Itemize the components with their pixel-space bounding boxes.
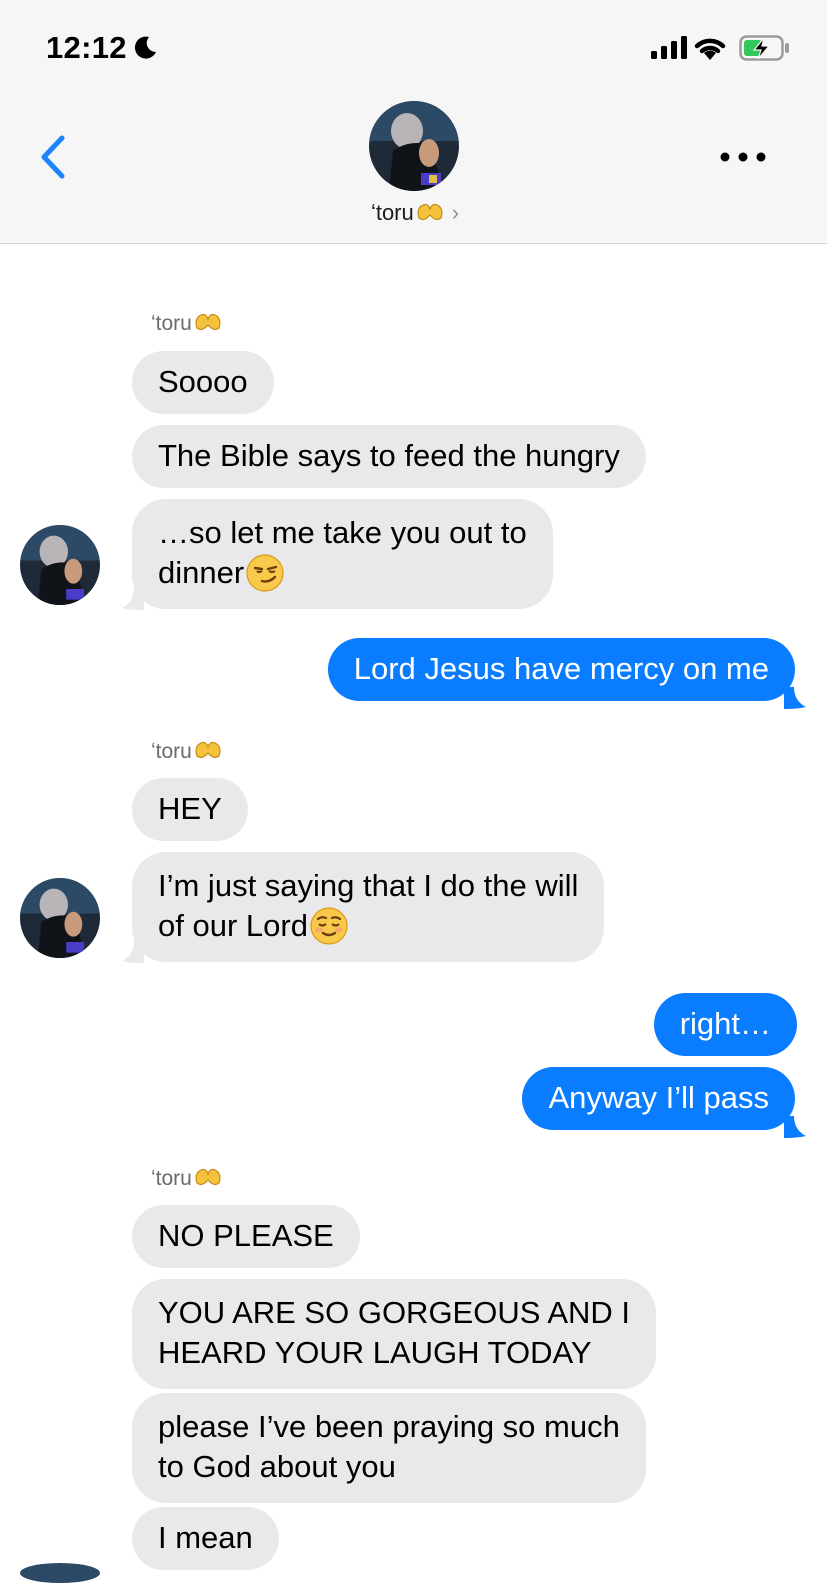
contact-avatar[interactable]: [369, 101, 459, 191]
bubble-tail: [784, 687, 806, 709]
status-time: 12:12: [46, 30, 127, 65]
contact-name-link[interactable]: ʻtoru ›: [300, 200, 530, 226]
heart-hands-emoji: [195, 741, 221, 759]
avatar-photo: [20, 878, 100, 958]
sender-avatar[interactable]: [20, 525, 100, 605]
battery-charging-icon: [739, 35, 789, 61]
more-dots-icon[interactable]: [720, 148, 766, 166]
outgoing-message-bubble[interactable]: Lord Jesus have mercy on me: [327, 638, 795, 701]
bubble-tail: [784, 1116, 806, 1138]
smirking-face-emoji: [246, 554, 284, 592]
heart-hands-emoji: [195, 1168, 221, 1186]
sender-label: ʻtoru: [151, 312, 222, 336]
top-bar: 12:12 ʻtoru ›: [0, 0, 827, 244]
heart-hands-emoji: [195, 313, 221, 331]
incoming-message-bubble[interactable]: please I’ve been praying so much to God …: [132, 1393, 646, 1503]
sender-avatar[interactable]: [20, 1563, 100, 1583]
outgoing-message-bubble[interactable]: right…: [653, 993, 797, 1056]
incoming-message-bubble[interactable]: I mean: [132, 1507, 279, 1570]
incoming-message-bubble[interactable]: HEY: [132, 778, 248, 841]
contact-name: ʻtoru: [370, 200, 414, 225]
incoming-message-bubble[interactable]: YOU ARE SO GORGEOUS AND I HEARD YOUR LAU…: [132, 1279, 656, 1389]
heart-hands-emoji: [417, 203, 443, 221]
cellular-signal-icon: [651, 36, 687, 59]
moon-icon: [134, 36, 156, 59]
contact-detail-chevron: ›: [451, 200, 460, 225]
outgoing-message-bubble[interactable]: Anyway I’ll pass: [522, 1067, 795, 1130]
incoming-message-bubble[interactable]: Soooo: [132, 351, 274, 414]
sender-avatar[interactable]: [20, 878, 100, 958]
incoming-message-bubble[interactable]: …so let me take you out to dinner: [132, 499, 553, 609]
avatar-photo: [369, 101, 459, 191]
incoming-message-bubble[interactable]: NO PLEASE: [132, 1205, 360, 1268]
avatar-photo: [20, 1563, 100, 1583]
back-chevron-icon[interactable]: [36, 134, 70, 180]
sender-label: ʻtoru: [151, 740, 222, 764]
avatar-photo: [20, 525, 100, 605]
wifi-icon: [694, 38, 726, 60]
bubble-tail: [122, 588, 144, 610]
bubble-tail: [122, 941, 144, 963]
sender-label: ʻtoru: [151, 1167, 222, 1191]
relieved-face-emoji: [310, 907, 348, 945]
incoming-message-bubble[interactable]: The Bible says to feed the hungry: [132, 425, 646, 488]
incoming-message-bubble[interactable]: I’m just saying that I do the will of ou…: [132, 852, 605, 962]
